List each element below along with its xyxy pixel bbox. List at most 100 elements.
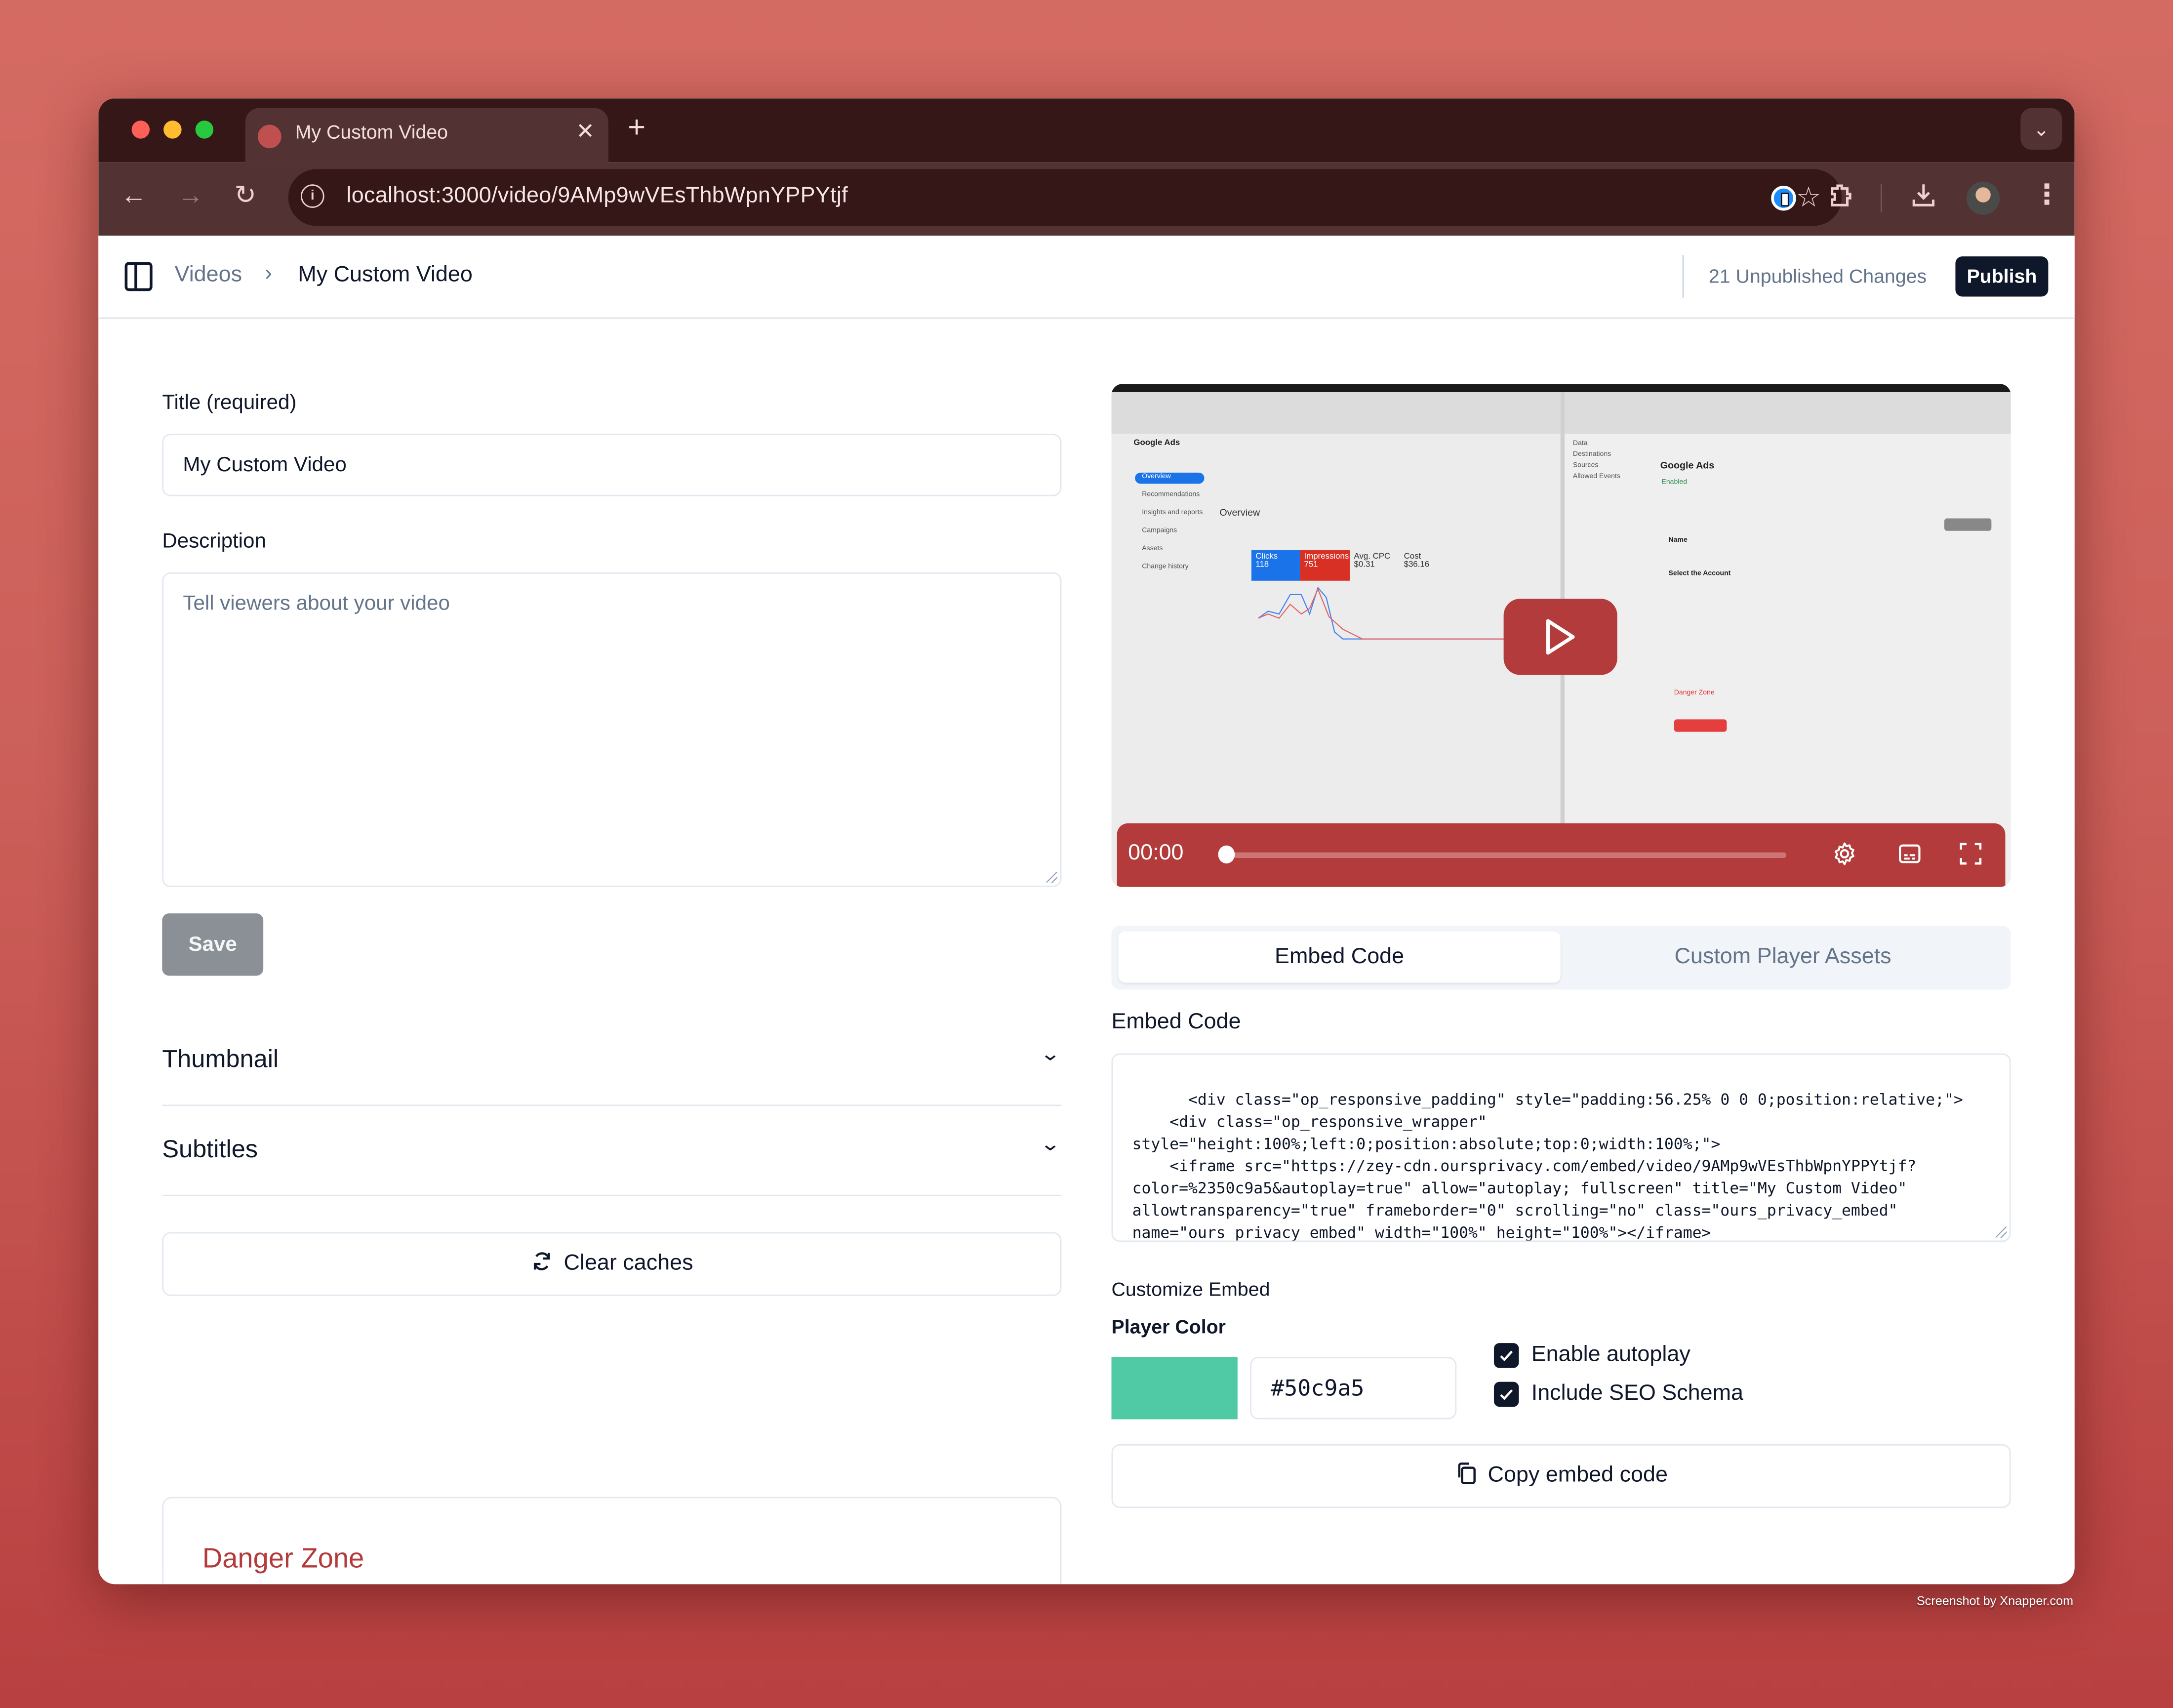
thumb-nav-item: Overview [1142, 472, 1171, 481]
thumb-metric-cost: Cost $36.16 [1400, 550, 1455, 581]
seek-handle[interactable] [1218, 845, 1235, 864]
bookmark-star-icon[interactable]: ☆ [1796, 180, 1821, 215]
thumb-nav-item: Assets [1142, 544, 1163, 553]
menu-icon[interactable]: ⋮ [2033, 179, 2061, 212]
checkbox-checked[interactable] [1493, 1343, 1519, 1368]
tab-custom-player-assets[interactable]: Custom Player Assets [1562, 932, 2004, 983]
clear-caches-label: Clear caches [563, 1251, 693, 1275]
checkmark-icon [1500, 1350, 1513, 1362]
captions-icon[interactable] [1897, 841, 1923, 873]
thumbnail-accordion-title: Thumbnail [162, 1045, 279, 1073]
site-info-icon[interactable]: i [300, 184, 324, 208]
thumb-nav-item: Insights and reports [1142, 508, 1203, 517]
app-header: Videos › My Custom Video 21 Unpublished … [98, 236, 2075, 319]
back-icon[interactable]: ← [121, 180, 147, 213]
sidebar-toggle-icon[interactable] [124, 262, 153, 291]
video-thumbnail-right-pane: Data Destinations Sources Allowed Events… [1565, 392, 2011, 887]
maximize-window-button[interactable] [195, 121, 214, 139]
reload-icon[interactable]: ↻ [234, 180, 256, 213]
new-tab-button[interactable]: + [628, 110, 645, 144]
extensions-icon[interactable] [1826, 182, 1854, 218]
copy-embed-code-button[interactable]: Copy embed code [1111, 1444, 2011, 1508]
tab-close-icon[interactable]: ✕ [576, 118, 595, 146]
thumb-nav-item: Recommendations [1142, 490, 1200, 499]
publish-button[interactable]: Publish [1955, 256, 2049, 297]
subtitles-accordion-title: Subtitles [162, 1135, 258, 1163]
thumb-nav-item: Destinations [1572, 450, 1611, 459]
thumb-nav-item: Change history [1142, 563, 1189, 571]
tab-favicon-icon [257, 124, 282, 149]
header-divider [1682, 255, 1684, 298]
textarea-resize-handle[interactable] [1995, 1226, 2007, 1238]
textarea-resize-handle[interactable] [1046, 872, 1058, 883]
player-color-input[interactable]: #50c9a5 [1250, 1357, 1457, 1420]
seek-bar[interactable] [1222, 852, 1787, 858]
toolbar-divider [1880, 184, 1882, 212]
video-thumbnail-menubar [1111, 384, 2011, 393]
thumb-metric-cpc: Avg. CPC $0.31 [1350, 550, 1400, 581]
password-manager-icon[interactable] [1771, 186, 1796, 211]
thumb-metric-value: 751 [1304, 561, 1318, 570]
include-seo-schema-label: Include SEO Schema [1531, 1382, 1743, 1406]
save-button[interactable]: Save [162, 913, 264, 976]
watermark: Screenshot by Xnapper.com [1916, 1594, 2074, 1608]
chevron-down-icon: ⌄ [1040, 1042, 1061, 1065]
forward-icon[interactable]: → [177, 180, 203, 213]
video-player[interactable]: Google Ads Overview Recommendations Insi… [1111, 384, 2011, 887]
clear-caches-button[interactable]: Clear caches [162, 1232, 1062, 1296]
play-button[interactable] [1503, 599, 1617, 675]
tab-title: My Custom Video [295, 121, 448, 143]
embed-code-label: Embed Code [1111, 1010, 1241, 1034]
settings-icon[interactable] [1832, 841, 1857, 873]
address-bar[interactable]: i localhost:3000/video/9AMp9wVEsThbWpnYP… [288, 169, 1842, 226]
thumb-nav-item: Campaigns [1142, 527, 1177, 535]
thumb-right-title: Google Ads [1660, 461, 1715, 472]
copy-icon [1457, 1462, 1475, 1484]
enable-autoplay-label: Enable autoplay [1531, 1343, 1690, 1367]
downloads-icon[interactable] [1910, 182, 1937, 218]
thumb-metric-label: Avg. CPC [1354, 553, 1391, 562]
chevron-down-icon: ⌄ [2033, 118, 2050, 140]
tab-strip: My Custom Video ✕ + ⌄ [98, 98, 2075, 163]
tab-embed-code[interactable]: Embed Code [1118, 931, 1561, 983]
description-textarea[interactable]: Tell viewers about your video [162, 572, 1062, 887]
thumb-metric-value: $36.16 [1404, 561, 1430, 570]
breadcrumb-videos-link[interactable]: Videos [175, 263, 242, 288]
fullscreen-icon[interactable] [1958, 841, 1983, 873]
title-input[interactable]: My Custom Video [162, 434, 1062, 496]
embed-code-textarea[interactable]: <div class="op_responsive_padding" style… [1111, 1053, 2011, 1242]
video-thumbnail-right-chrome [1565, 392, 2011, 434]
browser-window: My Custom Video ✕ + ⌄ ← → ↻ i localhost:… [98, 98, 2075, 1585]
thumb-danger-title: Danger Zone [1674, 689, 1715, 697]
thumb-save-changes [1944, 518, 1992, 531]
minimize-window-button[interactable] [163, 121, 182, 139]
url-text[interactable]: localhost:3000/video/9AMp9wVEsThbWpnYPPY… [347, 184, 848, 209]
breadcrumb-separator-icon: › [264, 262, 272, 286]
thumb-line-chart [1258, 586, 1522, 640]
danger-zone-title: Danger Zone [202, 1544, 364, 1575]
thumb-nav-item: Data [1572, 439, 1588, 448]
breadcrumb-current: My Custom Video [298, 263, 473, 287]
embed-tabs: Embed Code Custom Player Assets [1111, 926, 2011, 990]
close-window-button[interactable] [131, 121, 150, 139]
thumb-field-label: Select the Account [1668, 569, 1731, 578]
player-color-swatch[interactable] [1111, 1357, 1238, 1420]
screenshot-stage: My Custom Video ✕ + ⌄ ← → ↻ i localhost:… [0, 0, 2173, 1708]
thumbnail-accordion[interactable]: Thumbnail ⌄ [162, 1015, 1062, 1106]
thumb-metric-label: Cost [1404, 553, 1421, 562]
player-color-value: #50c9a5 [1271, 1375, 1365, 1401]
thumb-metric-label: Clicks [1255, 553, 1278, 562]
subtitles-accordion[interactable]: Subtitles ⌄ [162, 1104, 1062, 1196]
tab-search-button[interactable]: ⌄ [2020, 108, 2062, 150]
unpublished-changes-count: 21 Unpublished Changes [1708, 264, 1927, 287]
browser-tab-active[interactable]: My Custom Video ✕ [245, 108, 608, 163]
thumb-page-title: Overview [1219, 508, 1260, 519]
thumb-metric-value: $0.31 [1354, 561, 1375, 570]
copy-embed-code-label: Copy embed code [1488, 1464, 1668, 1487]
player-control-bar: 00:00 [1117, 823, 2006, 887]
profile-avatar[interactable] [1966, 181, 2000, 215]
embed-code-text: <div class="op_responsive_padding" style… [1132, 1091, 1963, 1242]
checkbox-checked[interactable] [1493, 1382, 1519, 1407]
current-time: 00:00 [1128, 841, 1184, 865]
thumb-delete-button [1674, 719, 1727, 732]
